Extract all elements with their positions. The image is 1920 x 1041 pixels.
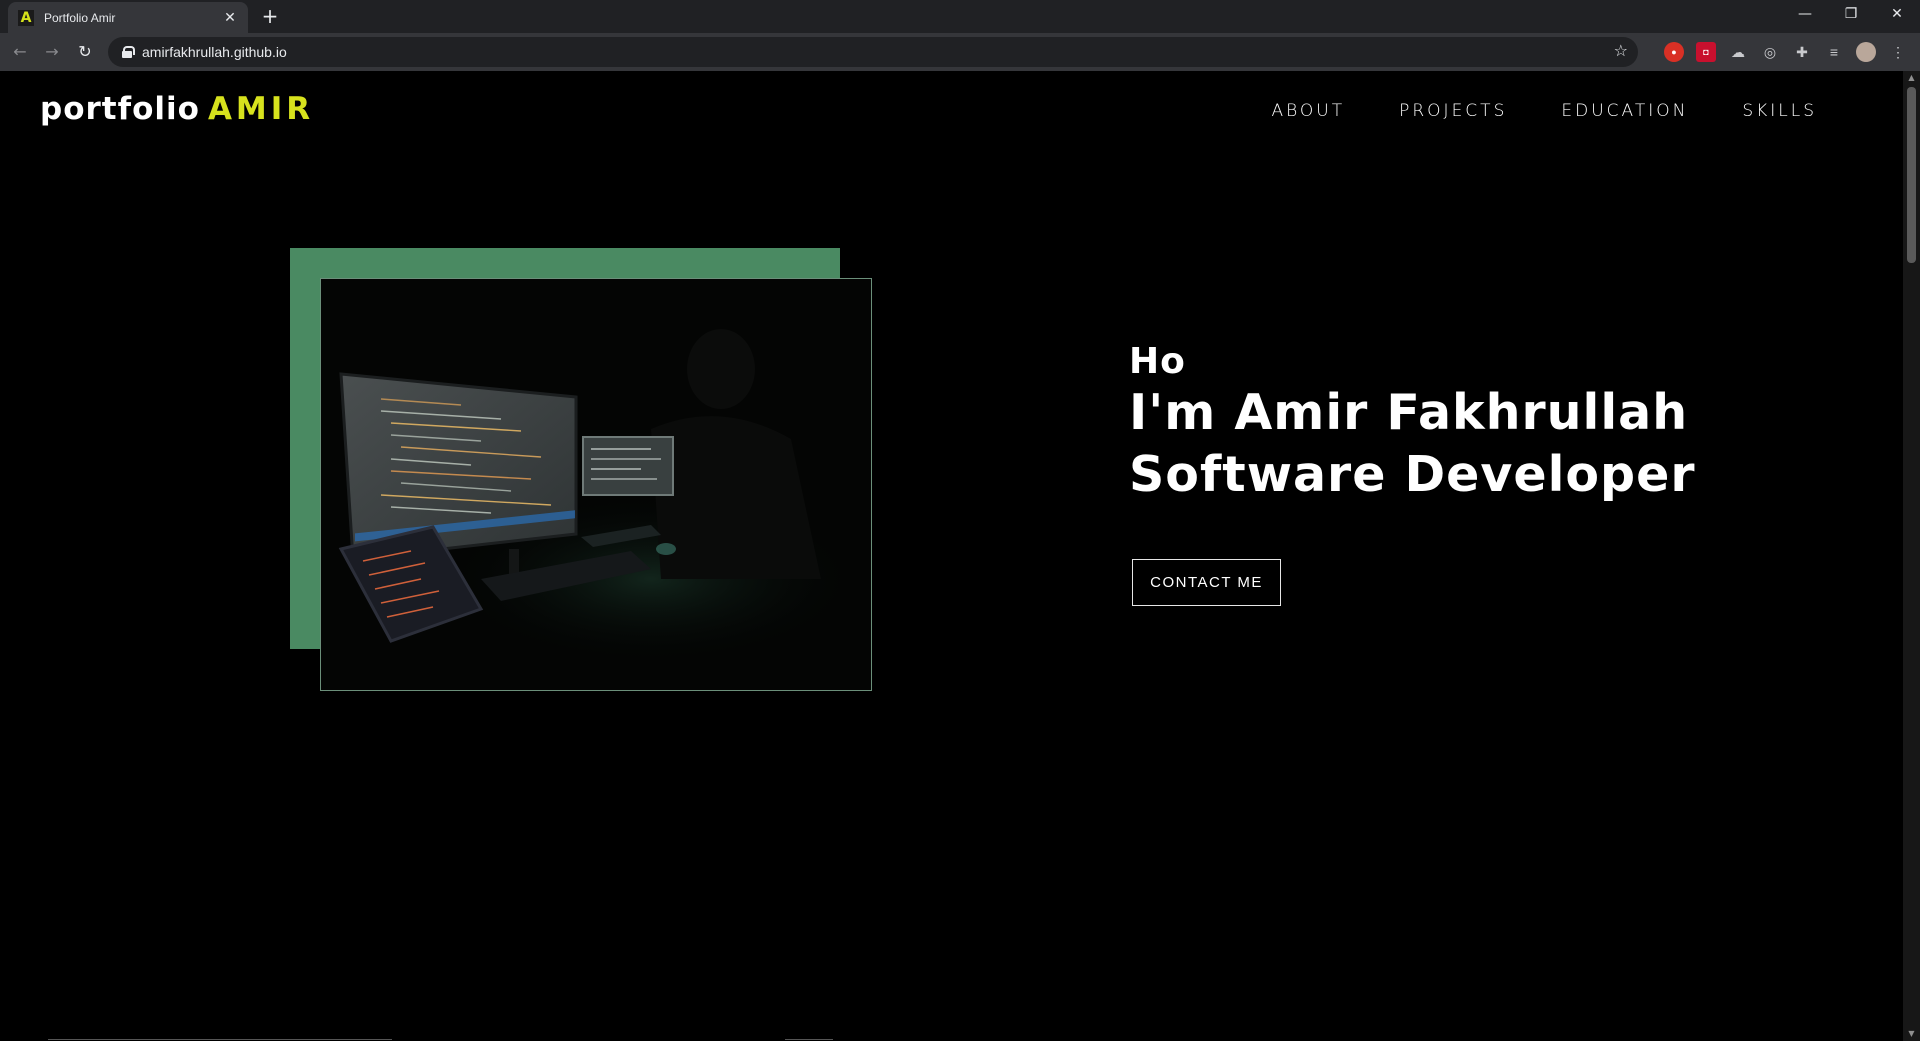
nav-education[interactable]: EDUCATION bbox=[1561, 101, 1688, 121]
extension-cloud-icon[interactable]: ☁ bbox=[1728, 42, 1748, 62]
new-tab-button[interactable]: + bbox=[258, 4, 282, 28]
favicon-icon: A bbox=[18, 9, 34, 26]
back-arrow-icon[interactable]: ← bbox=[8, 40, 32, 64]
scroll-thumb[interactable] bbox=[1907, 87, 1916, 263]
logo-main: portfolio bbox=[40, 91, 200, 127]
browser-titlebar: A Portfolio Amir ✕ + — ❐ ✕ bbox=[0, 0, 1920, 33]
extension-adblock-icon[interactable]: ● bbox=[1664, 42, 1684, 62]
section-divider-left bbox=[48, 1039, 392, 1040]
contact-me-button[interactable]: CONTACT ME bbox=[1132, 559, 1281, 606]
extension-target-icon[interactable]: ◎ bbox=[1760, 42, 1780, 62]
nav-projects[interactable]: PROJECTS bbox=[1399, 101, 1507, 121]
extension-pocket-icon[interactable]: ◘ bbox=[1696, 42, 1716, 62]
reading-list-icon[interactable]: ≡ bbox=[1824, 42, 1844, 62]
address-bar[interactable]: amirfakhrullah.github.io ☆ bbox=[108, 37, 1638, 67]
tab-close-icon[interactable]: ✕ bbox=[222, 10, 238, 26]
extensions-icon[interactable]: ✚ bbox=[1792, 42, 1812, 62]
forward-arrow-icon[interactable]: → bbox=[40, 40, 64, 64]
profile-avatar-icon[interactable] bbox=[1856, 42, 1876, 62]
reload-icon[interactable]: ↻ bbox=[73, 40, 97, 64]
restore-icon[interactable]: ❐ bbox=[1828, 0, 1874, 30]
lock-icon bbox=[122, 46, 135, 58]
minimize-icon[interactable]: — bbox=[1782, 0, 1828, 30]
logo-accent: AMIR bbox=[207, 91, 315, 127]
tab-title: Portfolio Amir bbox=[44, 10, 116, 25]
browser-tab[interactable]: A Portfolio Amir ✕ bbox=[8, 2, 248, 33]
window-close-icon[interactable]: ✕ bbox=[1874, 0, 1920, 30]
url-text: amirfakhrullah.github.io bbox=[142, 44, 287, 60]
scroll-down-icon[interactable]: ▼ bbox=[1903, 1027, 1920, 1041]
nav-skills[interactable]: SKILLS bbox=[1742, 101, 1817, 121]
menu-icon[interactable]: ⋮ bbox=[1888, 42, 1908, 62]
hero-greeting: Ho bbox=[1129, 341, 1186, 382]
developer-desk-image bbox=[321, 279, 871, 690]
page-viewport: portfolio AMIR ABOUT PROJECTS EDUCATION S… bbox=[0, 71, 1903, 1041]
main-nav: ABOUT PROJECTS EDUCATION SKILLS bbox=[1271, 101, 1817, 121]
scroll-up-icon[interactable]: ▲ bbox=[1903, 71, 1920, 85]
site-logo[interactable]: portfolio AMIR bbox=[40, 91, 314, 127]
hero-name: I'm Amir Fakhrullah bbox=[1129, 384, 1689, 441]
browser-toolbar: ← → ↻ amirfakhrullah.github.io ☆ ● ◘ ☁ ◎… bbox=[0, 33, 1920, 71]
section-divider-mid bbox=[785, 1039, 833, 1040]
star-icon[interactable]: ☆ bbox=[1614, 41, 1628, 60]
hero-text: Ho I'm Amir Fakhrullah Software Develope… bbox=[1129, 341, 1696, 506]
hero-role: Software Developer bbox=[1129, 446, 1696, 503]
hero-photo bbox=[320, 278, 872, 691]
page-scrollbar[interactable]: ▲ ▼ bbox=[1903, 71, 1920, 1041]
nav-about[interactable]: ABOUT bbox=[1271, 101, 1345, 121]
